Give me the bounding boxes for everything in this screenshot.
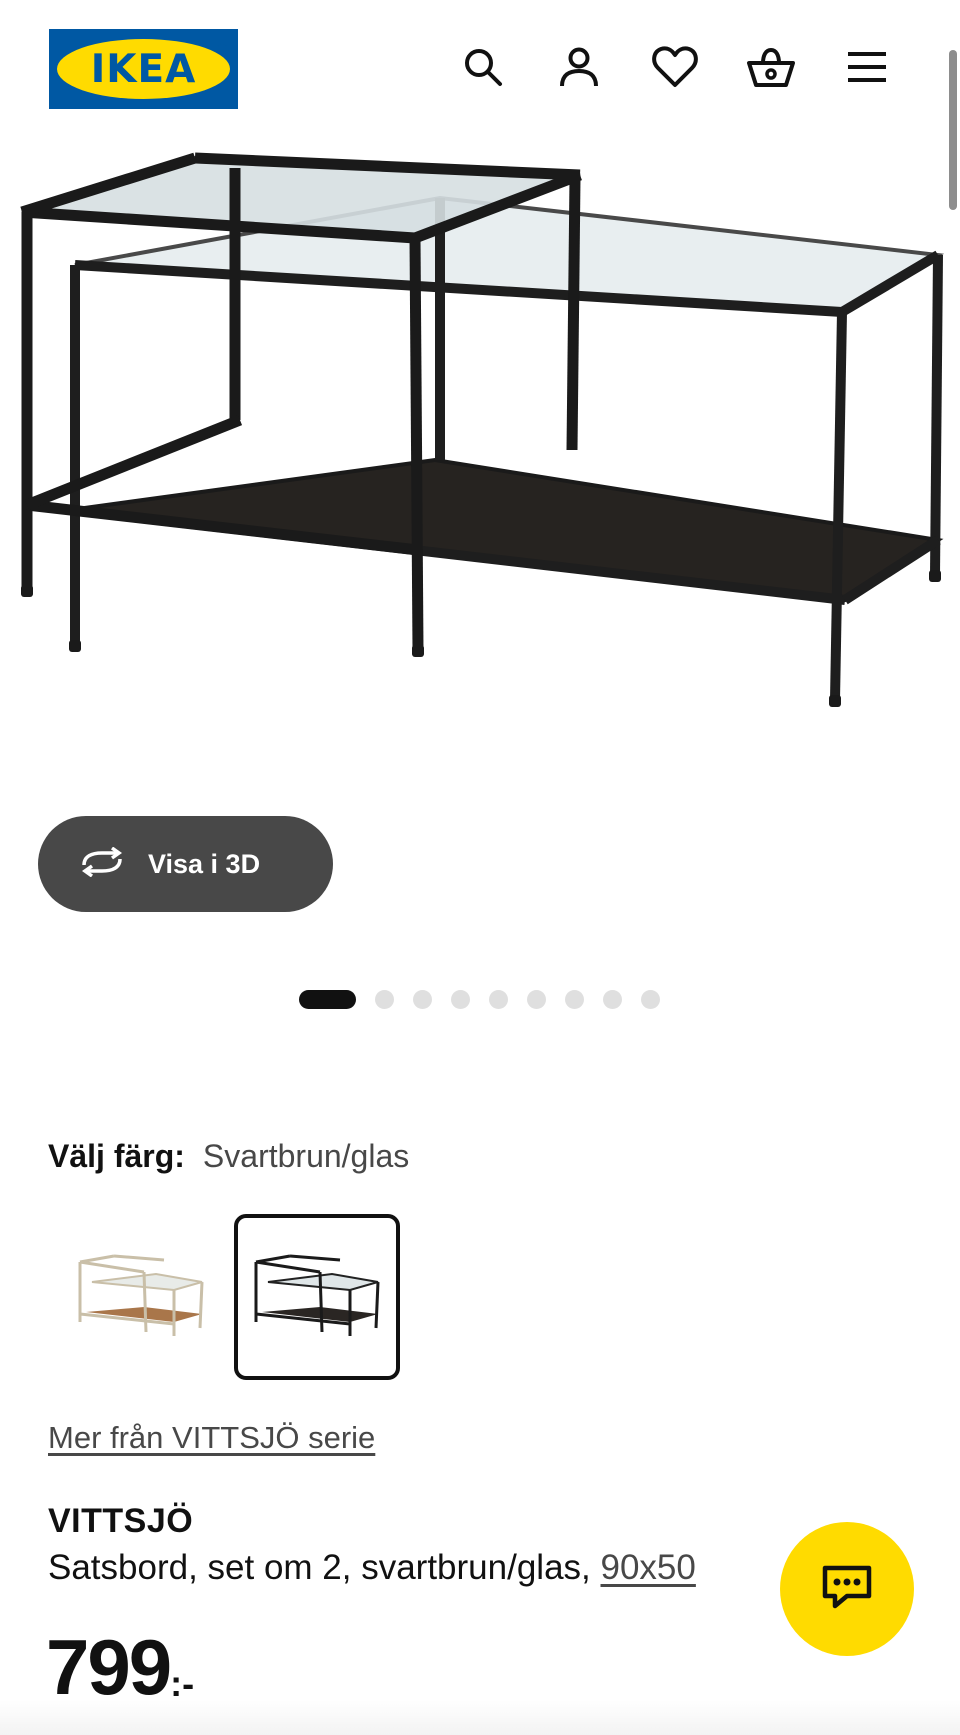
colour-swatch-black-brown[interactable]	[234, 1214, 400, 1380]
gallery-dot[interactable]	[489, 989, 508, 1009]
chat-button[interactable]	[780, 1522, 914, 1656]
gallery-dot[interactable]	[641, 989, 660, 1009]
menu-icon[interactable]	[842, 42, 892, 92]
gallery-dot[interactable]	[527, 989, 546, 1009]
search-icon[interactable]	[458, 42, 508, 92]
heart-icon[interactable]	[650, 42, 700, 92]
colour-swatch-white-stain[interactable]	[56, 1214, 222, 1380]
product-size-link[interactable]: 90x50	[601, 1548, 696, 1587]
gallery-pagination	[299, 988, 679, 1010]
colour-label: Välj färg:	[48, 1138, 185, 1174]
bottom-fade	[0, 1700, 960, 1735]
gallery-dot[interactable]	[413, 989, 432, 1009]
logo-text: IKEA	[90, 46, 197, 92]
registered-mark	[217, 43, 227, 53]
product-price: 799 :-	[46, 1628, 194, 1706]
product-description-text: Satsbord, set om 2, svartbrun/glas,	[48, 1548, 591, 1587]
gallery-dot[interactable]	[451, 989, 470, 1009]
gallery-dot-active[interactable]	[299, 989, 356, 1009]
colour-value: Svartbrun/glas	[202, 1138, 410, 1174]
rotate-3d-icon	[78, 846, 126, 882]
colour-selector: Välj färg: Svartbrun/glas	[48, 1138, 409, 1175]
header: IKEA	[0, 0, 960, 210]
price-integer: 799	[46, 1623, 172, 1711]
product-image[interactable]	[0, 140, 960, 820]
gallery-dot[interactable]	[565, 989, 584, 1009]
user-icon[interactable]	[554, 42, 604, 92]
view-3d-label: Visa i 3D	[148, 848, 261, 879]
series-link[interactable]: Mer från VITTSJÖ serie	[48, 1420, 375, 1456]
chat-icon	[821, 1564, 873, 1615]
price-suffix: :-	[170, 1663, 195, 1704]
product-description: Satsbord, set om 2, svartbrun/glas, 90x5…	[48, 1548, 696, 1588]
view-3d-button[interactable]: Visa i 3D	[38, 816, 333, 912]
product-name: VITTSJÖ	[48, 1502, 194, 1540]
gallery-dot[interactable]	[375, 989, 394, 1009]
gallery-dot[interactable]	[603, 989, 622, 1009]
basket-icon[interactable]	[746, 42, 796, 92]
ikea-logo[interactable]: IKEA	[49, 29, 238, 109]
